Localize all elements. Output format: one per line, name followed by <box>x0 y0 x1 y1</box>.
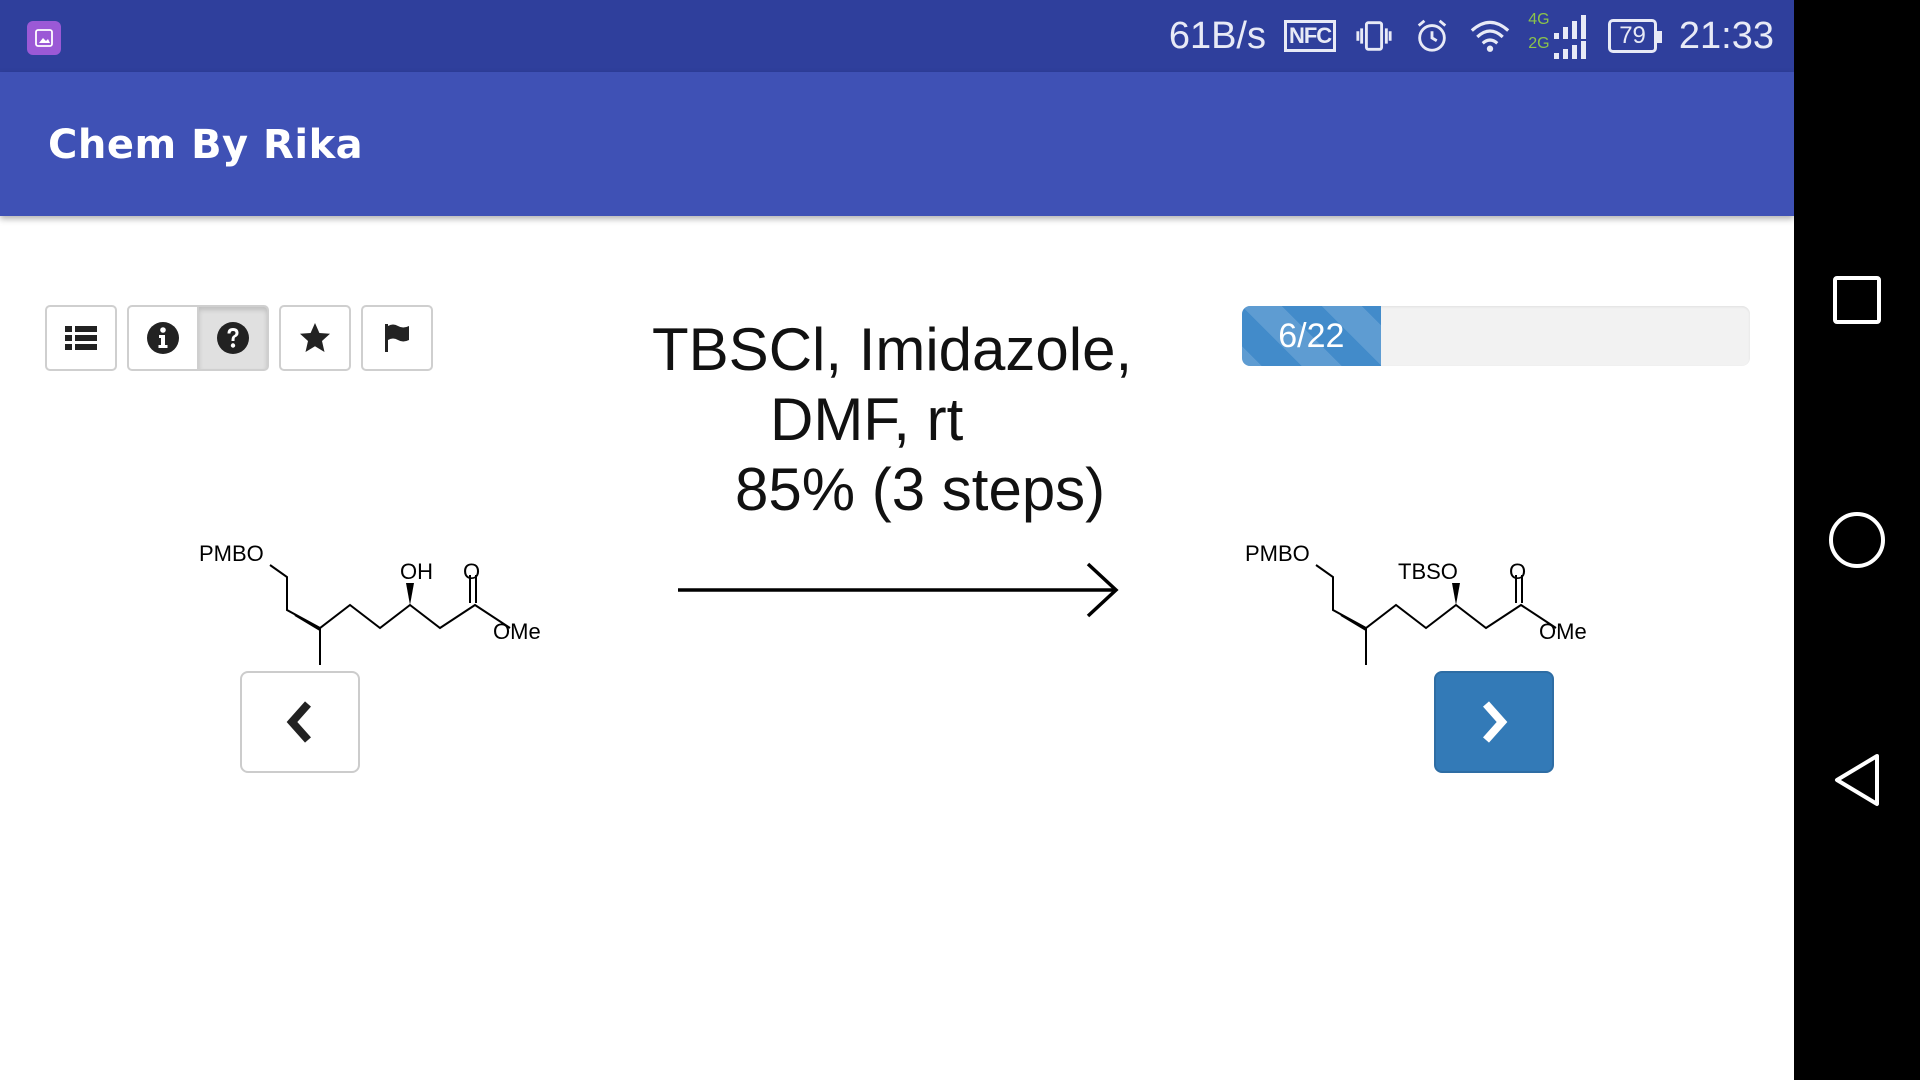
question-button[interactable] <box>197 305 269 371</box>
vibrate-icon <box>1354 16 1394 56</box>
star-icon <box>300 323 330 352</box>
question-icon <box>217 322 249 354</box>
flag-icon <box>385 324 409 352</box>
gallery-notification-icon <box>27 21 61 55</box>
previous-button[interactable] <box>240 671 360 773</box>
wedge-bond <box>1452 583 1460 605</box>
carbonyl-o-label: O <box>1509 559 1526 584</box>
toolbar <box>45 305 433 371</box>
progress-bar: 6/22 <box>1242 306 1750 366</box>
recents-button[interactable] <box>1827 270 1887 330</box>
list-button[interactable] <box>45 305 117 371</box>
app-title: Chem By Rika <box>48 122 364 168</box>
battery-icon: 79 <box>1608 19 1662 53</box>
signal-icon: 4G 2G <box>1528 11 1590 61</box>
progress-fill: 6/22 <box>1242 306 1381 366</box>
status-bar: 61B/s NFC 4G 2G 79 21:33 <box>0 0 1794 72</box>
star-button[interactable] <box>279 305 351 371</box>
progress-label: 6/22 <box>1278 316 1345 355</box>
reaction-yield: 85% (3 steps) <box>735 456 1106 523</box>
product-structure: PMBO TBSO O OMe <box>1245 541 1587 665</box>
back-button[interactable] <box>1827 750 1887 810</box>
home-button[interactable] <box>1827 510 1887 570</box>
chevron-left-icon <box>286 701 311 743</box>
wifi-icon <box>1470 16 1510 56</box>
square-icon <box>1833 276 1881 324</box>
next-button[interactable] <box>1434 671 1554 773</box>
net-speed: 61B/s <box>1168 14 1266 57</box>
clock: 21:33 <box>1678 14 1774 57</box>
ome-label: OMe <box>1539 619 1587 644</box>
chevron-right-icon <box>1483 701 1508 743</box>
pmbo-label: PMBO <box>1245 541 1310 566</box>
app-bar: Chem By Rika <box>0 72 1794 216</box>
nfc-icon: NFC <box>1283 20 1337 52</box>
circle-icon <box>1829 512 1885 568</box>
conditions-line-1: TBSCl, Imidazole, <box>652 316 1133 383</box>
system-navigation-bar <box>1794 0 1920 1080</box>
list-icon <box>65 326 97 350</box>
flag-button[interactable] <box>361 305 433 371</box>
hydroxyl-label: OH <box>400 559 433 584</box>
pmbo-label: PMBO <box>199 541 264 566</box>
reactant-structure: PMBO OH O OMe <box>199 541 541 665</box>
reaction-arrow <box>678 562 1119 618</box>
app-window: 61B/s NFC 4G 2G 79 21:33 Chem By Rika TB… <box>0 0 1794 1080</box>
alarm-icon <box>1412 16 1452 56</box>
info-icon <box>147 322 179 354</box>
conditions-line-2: DMF, rt <box>770 386 964 453</box>
wedge-bond <box>406 583 414 605</box>
ome-label: OMe <box>493 619 541 644</box>
carbonyl-o-label: O <box>463 559 480 584</box>
info-button[interactable] <box>127 305 199 371</box>
tbso-label: TBSO <box>1398 559 1458 584</box>
triangle-back-icon <box>1835 754 1879 806</box>
